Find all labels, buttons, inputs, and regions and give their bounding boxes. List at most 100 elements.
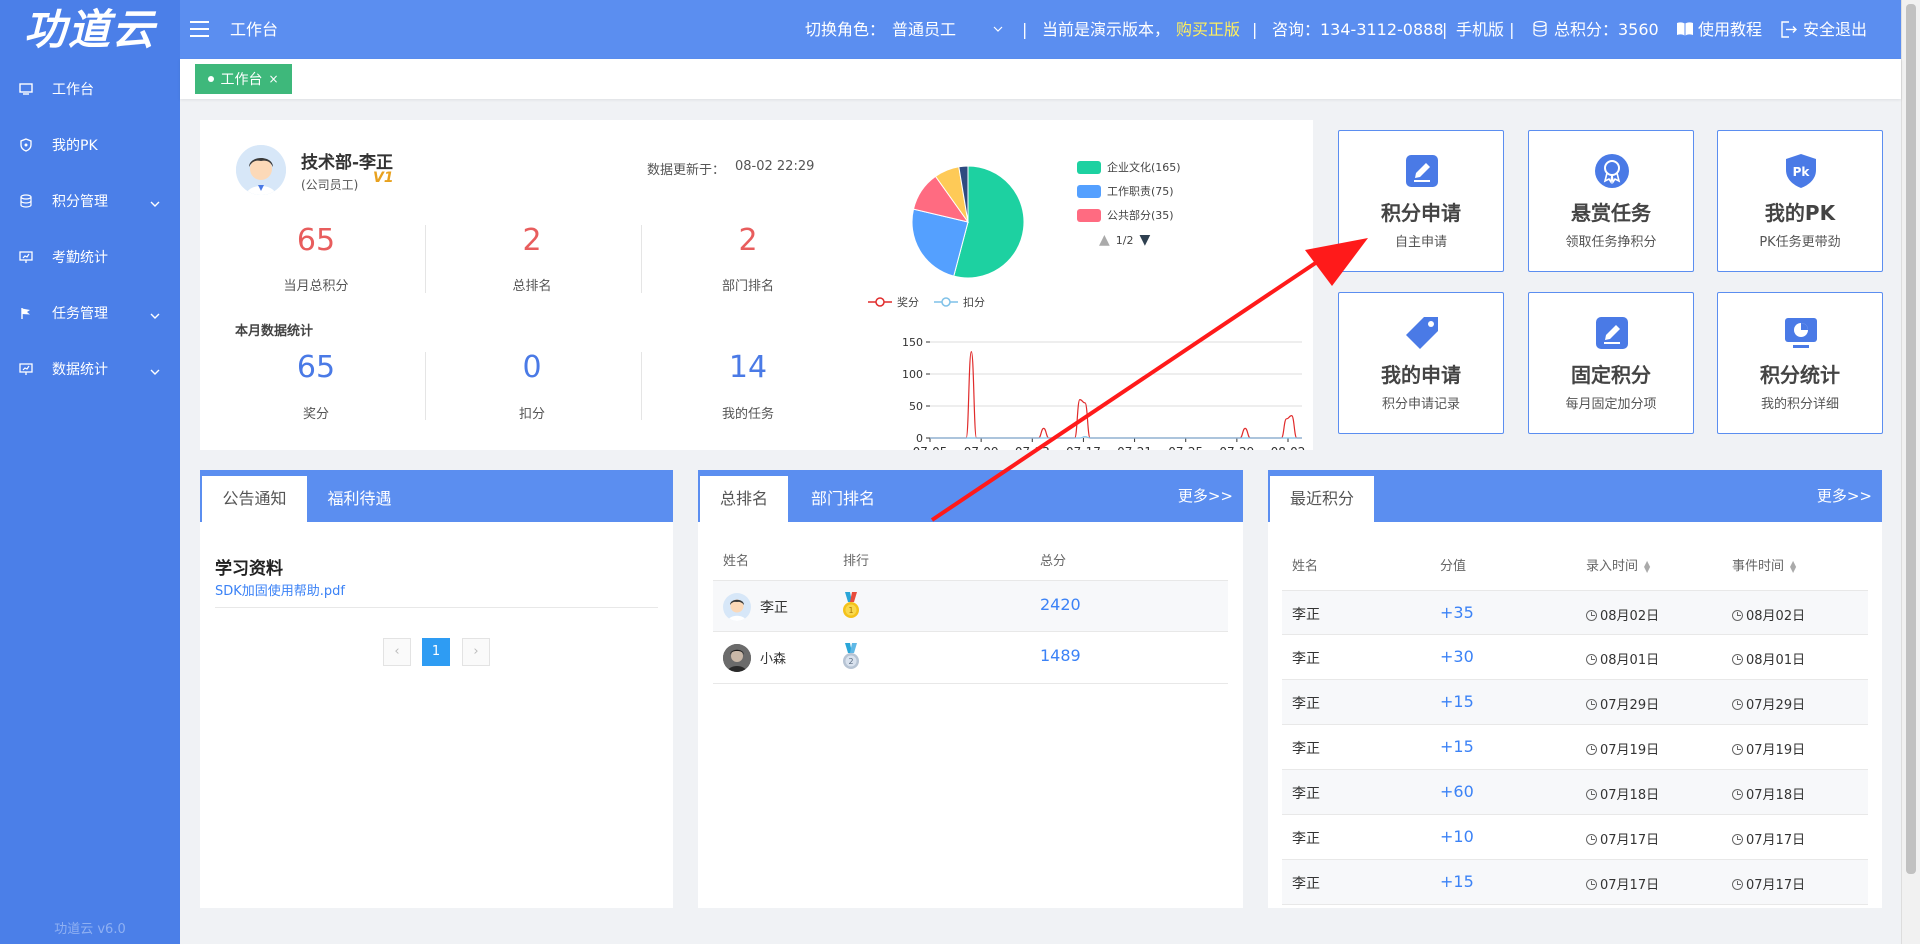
book-icon — [1676, 0, 1694, 59]
table-row[interactable]: 李正 1 2420 — [713, 581, 1228, 632]
header-separator: | — [1022, 20, 1028, 39]
card-title: 悬赏任务 — [1571, 201, 1651, 225]
sidebar-item-points-mgmt[interactable]: 积分管理 — [0, 173, 180, 229]
pie-screen-icon — [1783, 315, 1819, 351]
card-my-pk[interactable]: Pk 我的PK PK任务更带劲 — [1717, 130, 1883, 272]
tab-notice[interactable]: 公告通知 — [202, 476, 307, 522]
stat-monthly-total: 65 — [296, 223, 336, 258]
tab-recent-points[interactable]: 最近积分 — [1270, 476, 1374, 522]
legend-swatch — [1077, 208, 1101, 222]
legend-label: 公共部分(35) — [1107, 209, 1174, 222]
table-row[interactable]: 李正 +15 07月29日 07月29日 — [1282, 680, 1868, 725]
row-name: 李正 — [1292, 607, 1320, 623]
row-event-text: 08月01日 — [1746, 653, 1806, 668]
legend-item[interactable]: 企业文化(165) — [1077, 155, 1217, 179]
recent-more-link[interactable]: 更多>> — [1817, 470, 1872, 522]
table-row[interactable]: 李正 +35 08月02日 08月02日 — [1282, 590, 1868, 635]
row-value: +10 — [1440, 827, 1474, 846]
logout-link[interactable]: 安全退出 — [1803, 0, 1867, 59]
rank-more-link[interactable]: 更多>> — [1178, 470, 1233, 522]
tab-dept-rank[interactable]: 部门排名 — [788, 476, 898, 522]
legend-label: 企业文化(165) — [1107, 161, 1181, 174]
row-event-time: 07月18日 — [1732, 784, 1805, 803]
top-header: 工作台 切换角色： 普通员工 | 当前是演示版本， 购买正版 | 咨询：134-… — [180, 0, 1901, 59]
legend-prev-icon[interactable]: ▲ — [1099, 232, 1110, 248]
legend-item[interactable]: 公共部分(35) — [1077, 203, 1217, 227]
legend-next-icon[interactable]: ▼ — [1139, 232, 1150, 248]
row-entry-text: 07月18日 — [1600, 788, 1660, 803]
divider — [215, 607, 658, 608]
row-name: 李正 — [1292, 696, 1320, 712]
row-event-time: 07月29日 — [1732, 694, 1805, 713]
card-title: 我的PK — [1764, 201, 1836, 225]
row-value: +15 — [1440, 872, 1474, 891]
role-select[interactable]: 普通员工 — [892, 0, 1014, 59]
table-row[interactable]: 李正 +10 07月17日 07月17日 — [1282, 815, 1868, 860]
legend-page: 1/2 — [1115, 233, 1134, 247]
legend-pager: ▲ 1/2 ▼ — [1077, 227, 1217, 253]
tab-total-rank[interactable]: 总排名 — [700, 476, 788, 522]
divider — [641, 352, 642, 420]
table-row[interactable]: 李正 +30 08月01日 08月01日 — [1282, 635, 1868, 680]
page-1-button[interactable]: 1 — [422, 638, 450, 666]
sidebar-item-attendance[interactable]: 考勤统计 — [0, 229, 180, 285]
stat-label: 奖分 — [302, 407, 329, 422]
mobile-link[interactable]: 手机版 | — [1456, 0, 1514, 59]
col-header-entry-time[interactable]: 录入时间 ▲ ▼ — [1586, 555, 1650, 574]
tab-workbench[interactable]: 工作台 × — [195, 64, 292, 94]
header-separator: | — [1442, 20, 1448, 39]
y-tick-label: 100 — [902, 368, 923, 381]
notice-item-link[interactable]: SDK加固使用帮助.pdf — [215, 580, 345, 599]
row-entry-text: 07月17日 — [1600, 833, 1660, 848]
legend-label: 扣分 — [963, 295, 985, 309]
scrollbar-thumb[interactable] — [1906, 4, 1916, 874]
page-prev-button[interactable]: ‹ — [383, 638, 411, 666]
stat-label: 部门排名 — [721, 279, 774, 294]
row-event-time: 07月17日 — [1732, 874, 1805, 893]
row-entry-text: 07月17日 — [1600, 878, 1660, 893]
card-fixed-points[interactable]: 固定积分 每月固定加分项 — [1528, 292, 1694, 434]
table-row[interactable]: 李正 +15 07月19日 07月19日 — [1282, 725, 1868, 770]
col-header-event-time[interactable]: 事件时间 ▲ ▼ — [1732, 555, 1796, 574]
sidebar-item-workbench[interactable]: 工作台 — [0, 61, 180, 117]
recent-header: 最近积分 更多>> — [1268, 470, 1882, 522]
card-reward-task[interactable]: 悬赏任务 领取任务挣积分 — [1528, 130, 1694, 272]
row-value: +30 — [1440, 647, 1474, 666]
close-tab-icon[interactable]: × — [268, 72, 278, 86]
consult-phone: 咨询：134-3112-0888 — [1272, 20, 1444, 39]
card-my-applications[interactable]: 我的申请 积分申请记录 — [1338, 292, 1504, 434]
tab-label: 工作台 — [220, 72, 263, 88]
sidebar-item-data-stats[interactable]: 数据统计 — [0, 341, 180, 397]
stat-dept-rank: 2 — [738, 223, 758, 258]
tab-welfare[interactable]: 福利待遇 — [307, 476, 412, 522]
x-tick-label: 07-25 — [1168, 445, 1203, 450]
legend-item[interactable]: 工作职责(75) — [1077, 179, 1217, 203]
table-row[interactable]: 小森 2 1489 — [713, 632, 1228, 684]
sidebar-item-task-mgmt[interactable]: 任务管理 — [0, 285, 180, 341]
profile-role: (公司员工) — [301, 178, 359, 192]
chevron-down-icon — [150, 363, 160, 379]
buy-link[interactable]: 购买正版 — [1176, 0, 1240, 59]
table-row[interactable]: 李正 +15 07月17日 07月17日 — [1282, 860, 1868, 905]
card-subtitle: PK任务更带劲 — [1759, 235, 1841, 250]
rank-name: 李正 — [760, 600, 788, 616]
sort-icon: ▲ ▼ — [1644, 558, 1651, 574]
table-row[interactable]: 李正 +60 07月18日 07月18日 — [1282, 770, 1868, 815]
card-points-stats[interactable]: 积分统计 我的积分详细 — [1717, 292, 1883, 434]
demo-text: 当前是演示版本， — [1042, 20, 1171, 39]
series-line — [930, 436, 1302, 439]
row-entry-text: 07月29日 — [1600, 698, 1660, 713]
card-subtitle: 领取任务挣积分 — [1565, 235, 1657, 250]
card-points-apply[interactable]: 积分申请 自主申请 — [1338, 130, 1504, 272]
clock-icon — [1732, 699, 1743, 710]
sidebar-item-label: 积分管理 — [52, 194, 108, 210]
x-tick-label: 08-02 — [1271, 445, 1306, 450]
col-header-rank: 排行 — [843, 554, 870, 569]
page-next-button[interactable]: › — [462, 638, 490, 666]
sidebar-item-my-pk[interactable]: 我的PK — [0, 117, 180, 173]
row-name: 李正 — [1292, 786, 1320, 802]
tutorial-link[interactable]: 使用教程 — [1698, 0, 1762, 59]
row-name: 李正 — [1292, 741, 1320, 757]
rank-score: 2420 — [1040, 595, 1081, 614]
menu-toggle-icon[interactable] — [190, 0, 210, 59]
